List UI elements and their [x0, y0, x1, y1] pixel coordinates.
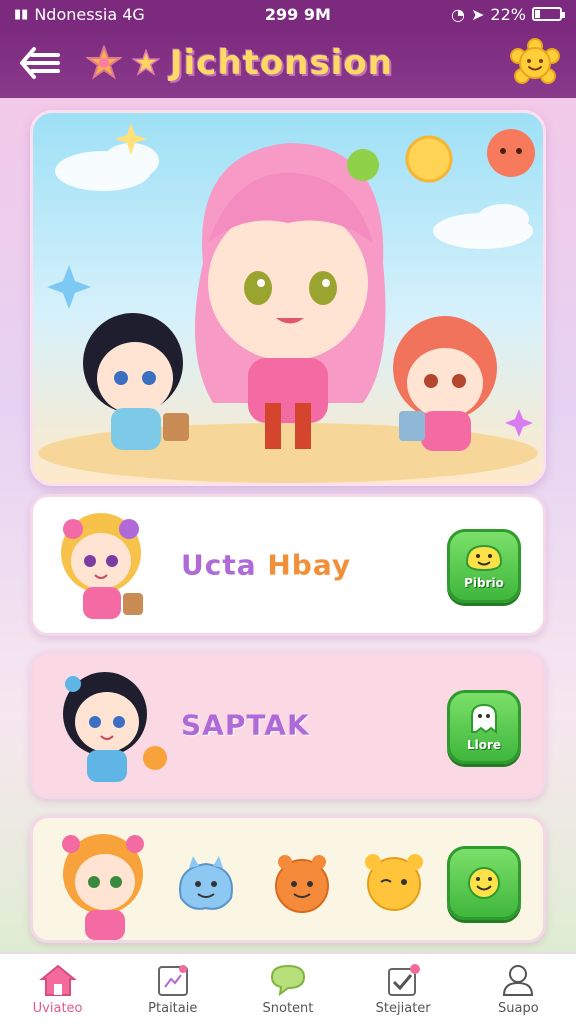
smiley-blob-icon	[468, 867, 500, 899]
status-bar: ▮▮ Ndonessia 4G 299 9M ◔ ➤ 22%	[0, 0, 576, 28]
signal-icon: ▮▮	[14, 6, 29, 22]
flower-star-icon	[86, 45, 122, 80]
battery-level	[534, 10, 540, 18]
card-icon	[157, 964, 188, 996]
nav-item-profile[interactable]: Suapo	[463, 953, 573, 1024]
nav-item-home[interactable]: Uviateo	[3, 953, 113, 1024]
back-button[interactable]	[14, 37, 66, 89]
character-card-1[interactable]: Ucta Hbay Pibrio	[30, 494, 546, 636]
home-icon	[38, 964, 77, 996]
battery-icon	[531, 7, 565, 21]
location-icon: ➤	[471, 4, 485, 24]
hero-illustration	[30, 110, 546, 486]
character-card-3[interactable]	[30, 815, 546, 943]
blue-monster-icon[interactable]	[171, 848, 241, 918]
nav-item-cards[interactable]: Ptaitaie	[118, 953, 228, 1024]
ghost-icon	[471, 703, 497, 735]
carrier-text: Ndonessia 4G	[34, 4, 145, 24]
orange-monster-icon[interactable]	[267, 848, 337, 918]
nav-label-profile: Suapo	[498, 1000, 539, 1016]
nav-label-cards: Ptaitaie	[148, 1000, 198, 1016]
battery-text: 22%	[490, 4, 526, 24]
back-arrow-icon	[20, 47, 60, 79]
check-icon	[388, 963, 421, 996]
card-1-button-label: Pibrio	[464, 576, 504, 590]
app-header: Jichtonsion	[0, 28, 576, 98]
app-title: Jichtonsion	[170, 43, 393, 83]
card-1-title-b: Hbay	[267, 548, 352, 582]
chibi-blonde-avatar	[61, 513, 143, 619]
card-1-title: Ucta Hbay	[181, 549, 351, 582]
bottom-navigation: Uviateo Ptaitaie Snotent Stejiater Suapo	[0, 952, 576, 1024]
nav-label-chat: Snotent	[262, 1000, 314, 1016]
status-right: ◔ ➤ 22%	[451, 4, 565, 24]
user-icon	[503, 964, 534, 996]
status-time: 299 9M	[264, 4, 331, 24]
nav-label-tasks: Stejiater	[375, 1000, 431, 1016]
blob-face-icon	[465, 544, 503, 572]
chat-icon	[270, 964, 305, 996]
card-2-action-button[interactable]: Llore	[447, 690, 521, 764]
title-wrap: Jichtonsion	[86, 43, 393, 83]
sun-mascot-icon[interactable]	[508, 36, 562, 90]
nav-item-tasks[interactable]: Stejiater	[348, 953, 458, 1024]
alarm-icon: ◔	[451, 4, 466, 24]
star-icon	[132, 49, 160, 76]
card-1-title-a: Ucta	[181, 548, 257, 582]
nav-item-chat[interactable]: Snotent	[233, 953, 343, 1024]
status-left: ▮▮ Ndonessia 4G	[14, 5, 145, 24]
chibi-orange-hair-avatar	[62, 834, 144, 940]
nav-label-home: Uviateo	[32, 1000, 83, 1016]
character-card-2[interactable]: SAPTAK Llore	[30, 651, 546, 799]
chibi-group-illustration	[38, 123, 538, 483]
yellow-monster-icon[interactable]	[359, 846, 429, 916]
card-1-action-button[interactable]: Pibrio	[447, 529, 521, 603]
card-2-button-label: Llore	[466, 738, 502, 752]
card-2-title: SAPTAK	[181, 708, 310, 742]
card-3-action-button[interactable]	[447, 846, 521, 920]
chibi-black-hair-avatar	[63, 672, 167, 782]
